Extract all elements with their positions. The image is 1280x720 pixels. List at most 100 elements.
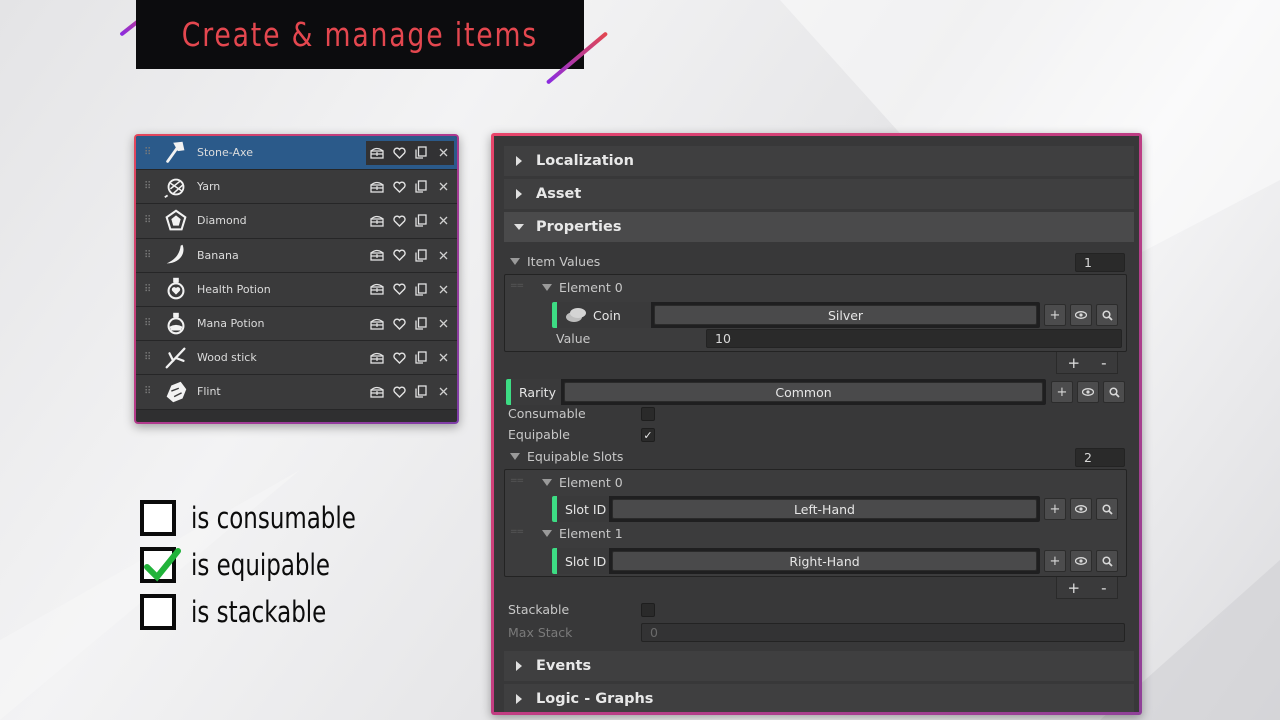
- add-button[interactable]: +: [1044, 550, 1066, 572]
- heart-icon[interactable]: [388, 209, 410, 233]
- drag-handle-icon[interactable]: ⠿: [144, 216, 158, 226]
- drag-handle-icon[interactable]: ⠿: [144, 387, 158, 397]
- duplicate-icon[interactable]: [410, 312, 432, 336]
- close-icon[interactable]: [432, 209, 454, 233]
- duplicate-icon[interactable]: [410, 346, 432, 370]
- drag-handle-icon[interactable]: ==: [510, 476, 524, 486]
- stackable-toggle[interactable]: [641, 603, 655, 617]
- heart-icon[interactable]: [388, 346, 410, 370]
- rarity-picker[interactable]: Rarity Common: [506, 379, 1046, 405]
- search-icon[interactable]: [1103, 381, 1125, 403]
- item-values-foldout[interactable]: Item Values: [510, 254, 600, 269]
- list-item[interactable]: ⠿ Mana Potion: [136, 306, 457, 342]
- item-values-count[interactable]: 1: [1075, 253, 1125, 272]
- list-item[interactable]: ⠿ Diamond: [136, 204, 457, 239]
- drag-handle-icon[interactable]: ⠿: [144, 250, 158, 260]
- equipable-slots-count[interactable]: 2: [1075, 448, 1125, 467]
- item-element0-foldout[interactable]: Element 0: [542, 280, 623, 295]
- section-logic-graphs[interactable]: Logic - Graphs: [504, 684, 1134, 712]
- treasure-chest-icon[interactable]: [366, 312, 388, 336]
- slot-element0-foldout[interactable]: Element 0: [542, 475, 623, 490]
- remove-element-button[interactable]: -: [1101, 354, 1106, 372]
- rarity-value[interactable]: Common: [564, 382, 1043, 402]
- section-asset[interactable]: Asset: [504, 179, 1134, 209]
- close-icon[interactable]: [432, 175, 454, 199]
- list-item[interactable]: ⠿ Flint: [136, 375, 457, 410]
- heart-icon[interactable]: [388, 312, 410, 336]
- search-icon[interactable]: [1096, 550, 1118, 572]
- mana-potion-icon: [162, 310, 190, 338]
- foldout-arrow-icon: [542, 530, 552, 537]
- slot-id-value[interactable]: Left-Hand: [612, 499, 1037, 519]
- list-item[interactable]: ⠿ Stone-Axe: [136, 136, 457, 171]
- heart-icon[interactable]: [388, 175, 410, 199]
- section-events[interactable]: Events: [504, 651, 1134, 681]
- slot-picker-right[interactable]: Slot ID Right-Hand: [552, 548, 1040, 574]
- section-properties[interactable]: Properties: [504, 212, 1134, 242]
- add-button[interactable]: +: [1044, 498, 1066, 520]
- close-icon[interactable]: [432, 140, 454, 165]
- close-icon[interactable]: [432, 346, 454, 370]
- slot-element1-foldout[interactable]: Element 1: [542, 526, 623, 541]
- eye-icon[interactable]: [1070, 304, 1092, 326]
- slot-id-value[interactable]: Right-Hand: [612, 551, 1037, 571]
- eye-icon[interactable]: [1070, 498, 1092, 520]
- drag-handle-icon[interactable]: ⠿: [144, 284, 158, 294]
- consumable-toggle[interactable]: [641, 407, 655, 421]
- eye-icon[interactable]: [1070, 550, 1092, 572]
- coin-picker[interactable]: Coin Silver: [552, 302, 1040, 328]
- treasure-chest-icon[interactable]: [366, 209, 388, 233]
- search-icon[interactable]: [1096, 304, 1118, 326]
- picker-value[interactable]: Silver: [654, 305, 1037, 325]
- list-item[interactable]: ⠿ Wood stick: [136, 341, 457, 376]
- drag-handle-icon[interactable]: ⠿: [144, 148, 158, 158]
- close-icon[interactable]: [432, 243, 454, 267]
- drag-handle-icon[interactable]: ==: [510, 281, 524, 291]
- drag-handle-icon[interactable]: ⠿: [144, 353, 158, 363]
- heart-icon[interactable]: [388, 380, 410, 404]
- close-icon[interactable]: [432, 277, 454, 301]
- heart-icon[interactable]: [388, 243, 410, 267]
- inspector-content: Localization Asset Properties Item Value…: [494, 136, 1139, 712]
- search-icon[interactable]: [1096, 498, 1118, 520]
- list-item[interactable]: ⠿ Health Potion: [136, 272, 457, 307]
- drag-handle-icon[interactable]: ⠿: [144, 319, 158, 329]
- remove-element-button[interactable]: -: [1101, 579, 1106, 597]
- equipable-slots-foldout[interactable]: Equipable Slots: [510, 449, 623, 464]
- add-element-button[interactable]: +: [1068, 354, 1081, 372]
- heart-icon[interactable]: [388, 140, 410, 165]
- close-icon[interactable]: [432, 312, 454, 336]
- element-label: Element 0: [559, 475, 623, 490]
- eye-icon[interactable]: [1077, 381, 1099, 403]
- add-button[interactable]: +: [1051, 381, 1073, 403]
- treasure-chest-icon[interactable]: [366, 277, 388, 301]
- drag-handle-icon[interactable]: ⠿: [144, 182, 158, 192]
- list-item[interactable]: ⠿ Yarn: [136, 170, 457, 205]
- value-label: Value: [556, 331, 591, 346]
- duplicate-icon[interactable]: [410, 243, 432, 267]
- treasure-chest-icon[interactable]: [366, 140, 388, 165]
- slot-picker-left[interactable]: Slot ID Left-Hand: [552, 496, 1040, 522]
- duplicate-icon[interactable]: [410, 140, 432, 165]
- caret-right-icon: [516, 156, 522, 166]
- heart-icon[interactable]: [388, 277, 410, 301]
- section-localization[interactable]: Localization: [504, 146, 1134, 176]
- duplicate-icon[interactable]: [410, 209, 432, 233]
- add-element-button[interactable]: +: [1068, 579, 1081, 597]
- item-name: Diamond: [197, 214, 247, 228]
- treasure-chest-icon[interactable]: [366, 380, 388, 404]
- close-icon[interactable]: [432, 380, 454, 404]
- treasure-chest-icon[interactable]: [366, 175, 388, 199]
- treasure-chest-icon[interactable]: [366, 243, 388, 267]
- section-label: Asset: [536, 186, 582, 202]
- duplicate-icon[interactable]: [410, 380, 432, 404]
- list-item[interactable]: ⠿ Banana: [136, 238, 457, 273]
- equipable-toggle[interactable]: ✓: [641, 428, 655, 442]
- treasure-chest-icon[interactable]: [366, 346, 388, 370]
- add-button[interactable]: +: [1044, 304, 1066, 326]
- value-field[interactable]: 10: [706, 329, 1122, 348]
- duplicate-icon[interactable]: [410, 277, 432, 301]
- drag-handle-icon[interactable]: ==: [510, 527, 524, 537]
- checkmark-icon: [144, 547, 181, 581]
- duplicate-icon[interactable]: [410, 175, 432, 199]
